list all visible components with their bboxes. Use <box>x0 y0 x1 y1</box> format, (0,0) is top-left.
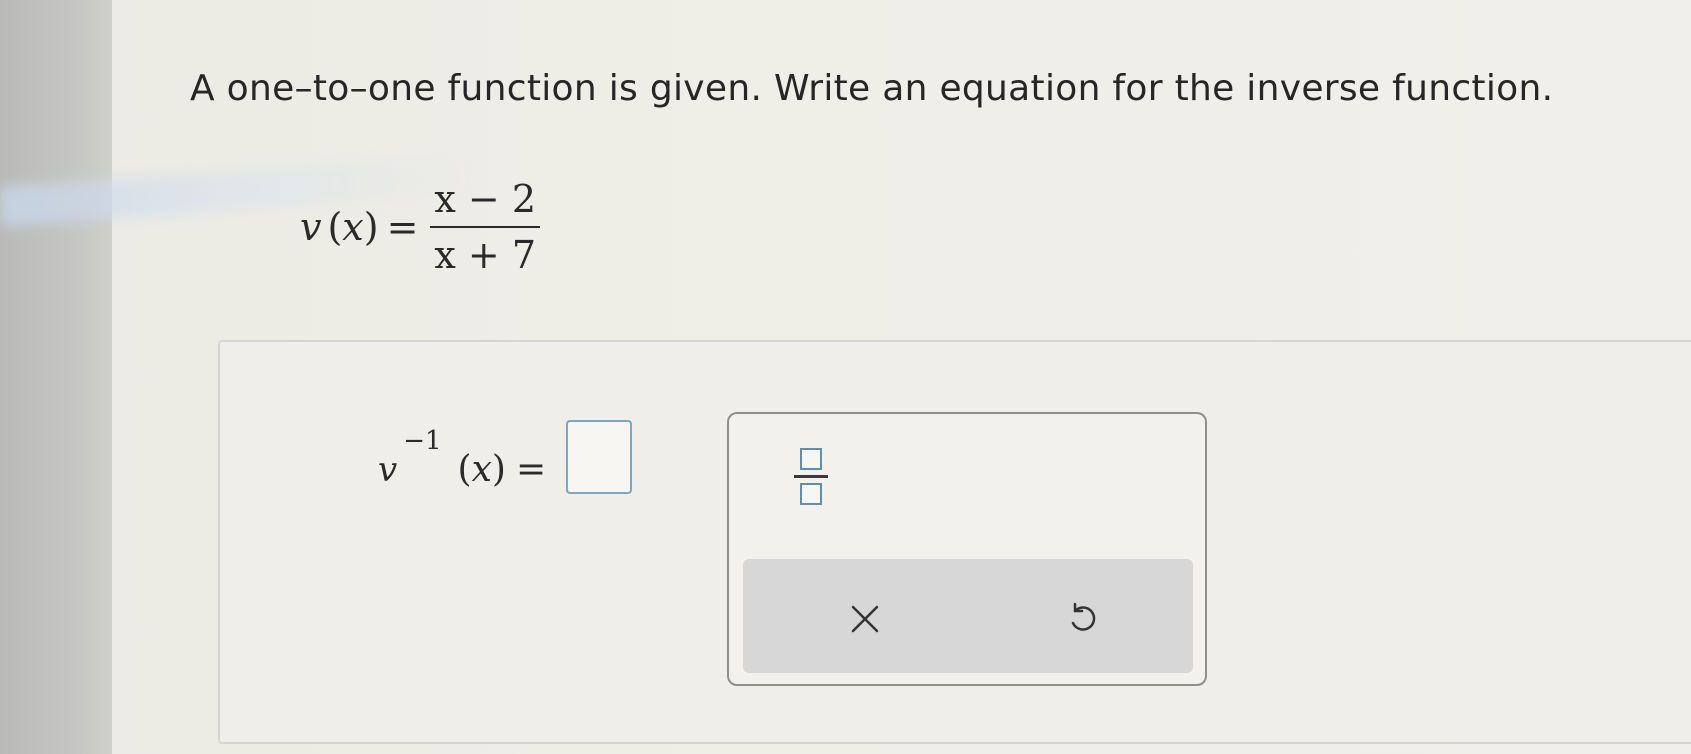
inverse-superscript: −1 <box>403 426 442 456</box>
function-argument: (x) <box>327 205 379 249</box>
fraction-template-denominator <box>800 483 822 505</box>
undo-icon <box>1071 602 1096 631</box>
screen-bezel <box>0 0 112 754</box>
inverse-equation: v −1 (x) = <box>378 420 633 494</box>
fraction-numerator: x − 2 <box>434 177 537 221</box>
inverse-function-name: v <box>378 450 398 490</box>
inverse-argument: (x) <box>457 449 506 490</box>
close-icon <box>851 605 879 633</box>
keypad-action-bar <box>743 559 1193 673</box>
math-keypad <box>727 412 1207 686</box>
fraction-bar <box>430 226 541 228</box>
function-name: v <box>300 205 322 249</box>
inverse-equals-sign: = <box>515 449 547 490</box>
fraction-template-bar <box>794 475 828 478</box>
answer-input[interactable] <box>566 420 633 494</box>
equals-sign: = <box>386 205 419 249</box>
fraction-template-icon[interactable] <box>793 448 829 505</box>
function-fraction: x − 2 x + 7 <box>430 175 541 279</box>
screen: A one–to–one function is given. Write an… <box>0 0 1691 754</box>
clear-button[interactable] <box>835 589 895 649</box>
fraction-denominator: x + 7 <box>434 233 537 277</box>
question-prompt: A one–to–one function is given. Write an… <box>190 68 1554 109</box>
fraction-template-numerator <box>800 448 822 470</box>
undo-button[interactable] <box>1053 589 1113 649</box>
given-function: v (x) = x − 2 x + 7 <box>300 172 541 282</box>
